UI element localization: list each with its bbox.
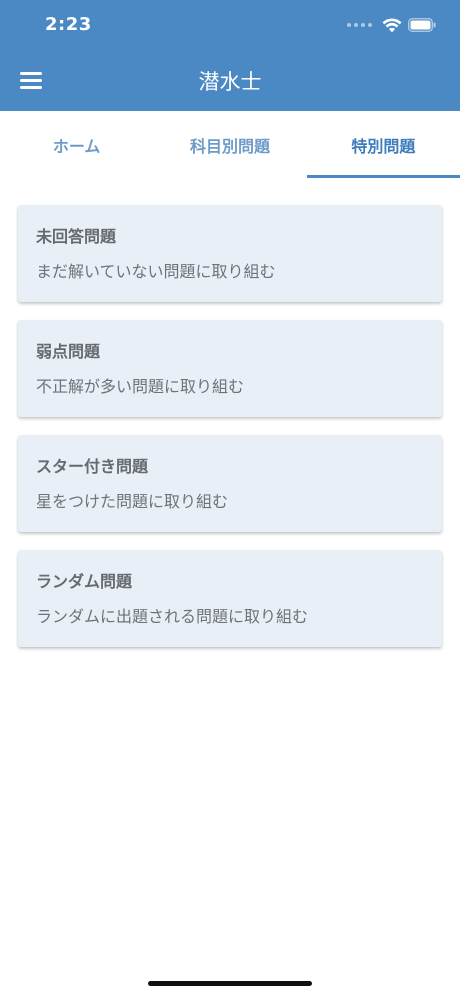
tab-home[interactable]: ホーム	[0, 111, 153, 179]
tab-special[interactable]: 特別問題	[307, 111, 460, 179]
status-time: 2:23	[45, 14, 92, 35]
card-unanswered[interactable]: 未回答問題 まだ解いていない問題に取り組む	[18, 205, 442, 302]
tab-bar: ホーム 科目別問題 特別問題	[0, 111, 460, 179]
card-description: ランダムに出題される問題に取り組む	[36, 607, 309, 626]
card-title: ランダム問題	[36, 572, 133, 591]
card-weak-points[interactable]: 弱点問題 不正解が多い問題に取り組む	[18, 320, 442, 417]
status-indicators	[347, 16, 436, 34]
card-description: 星をつけた問題に取り組む	[36, 492, 229, 511]
app-header: 2:23 潜水士	[0, 0, 460, 111]
card-title: 未回答問題	[36, 227, 117, 246]
card-title: 弱点問題	[36, 342, 101, 361]
home-indicator[interactable]	[148, 981, 312, 986]
wifi-icon	[382, 17, 402, 32]
card-starred[interactable]: スター付き問題 星をつけた問題に取り組む	[18, 435, 442, 532]
active-tab-indicator	[307, 175, 460, 178]
card-title: スター付き問題	[36, 457, 149, 476]
card-description: 不正解が多い問題に取り組む	[36, 377, 245, 396]
special-question-list: 未回答問題 まだ解いていない問題に取り組む 弱点問題 不正解が多い問題に取り組む…	[18, 205, 442, 665]
tab-by-subject[interactable]: 科目別問題	[153, 111, 306, 179]
page-title: 潜水士	[198, 70, 262, 94]
card-description: まだ解いていない問題に取り組む	[36, 262, 276, 281]
cellular-signal-icon	[347, 23, 372, 27]
battery-icon	[408, 18, 436, 32]
card-random[interactable]: ランダム問題 ランダムに出題される問題に取り組む	[18, 550, 442, 647]
